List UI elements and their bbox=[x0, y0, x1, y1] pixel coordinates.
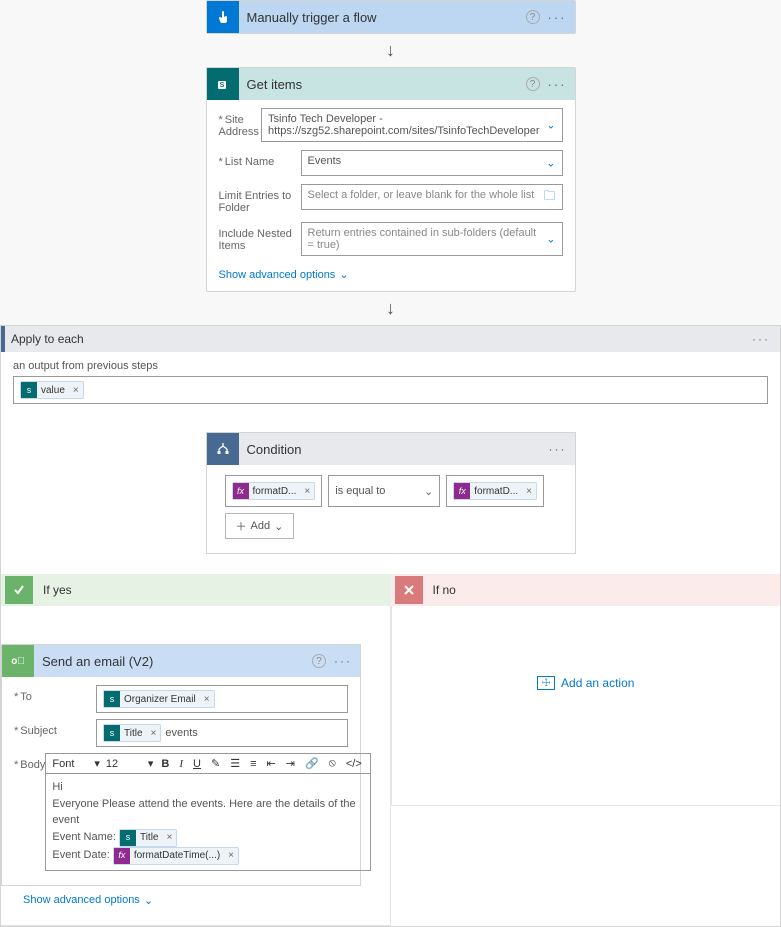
plus-icon: ＋ bbox=[236, 518, 247, 534]
chevron-down-icon[interactable]: ⌄ bbox=[546, 119, 555, 132]
arrow-down-icon: ↓ bbox=[386, 34, 395, 67]
organizer-email-token[interactable]: s Organizer Email × bbox=[103, 690, 215, 708]
arrow-down-icon: ↓ bbox=[386, 292, 395, 325]
fx-icon: fx bbox=[454, 483, 470, 499]
menu-icon[interactable]: ··· bbox=[334, 654, 360, 668]
if-no-branch: If no ☩ Add an action bbox=[391, 574, 781, 926]
condition-icon bbox=[207, 433, 239, 465]
sharepoint-token-icon: s bbox=[104, 725, 120, 741]
site-address-input[interactable]: Tsinfo Tech Developer - https://szg52.sh… bbox=[261, 108, 562, 142]
list-name-input[interactable]: Events ⌄ bbox=[301, 150, 563, 176]
remove-token-icon[interactable]: × bbox=[224, 848, 238, 863]
outdent-button[interactable]: ⇤ bbox=[265, 757, 278, 770]
apply-header[interactable]: Apply to each ··· bbox=[1, 326, 780, 352]
number-list-button[interactable]: ≡ bbox=[248, 758, 258, 770]
remove-token-icon[interactable]: × bbox=[162, 830, 176, 845]
link-button[interactable]: 🔗 bbox=[303, 757, 321, 770]
chevron-down-icon[interactable]: ⌄ bbox=[546, 233, 555, 246]
list-name-label: List Name bbox=[219, 150, 301, 168]
svg-text:S: S bbox=[219, 82, 224, 89]
condition-right-input[interactable]: fx formatD... × bbox=[446, 475, 544, 507]
rte-toolbar: Font ▾ 12 ▾ B I U ✎ ☰ bbox=[45, 753, 370, 773]
check-icon bbox=[5, 576, 33, 604]
to-label: To bbox=[14, 685, 96, 703]
body-label: Body bbox=[14, 753, 45, 771]
fx-token[interactable]: fx formatD... × bbox=[232, 482, 316, 500]
close-icon bbox=[395, 576, 423, 604]
clear-format-button[interactable]: ⦸ bbox=[327, 757, 338, 770]
show-advanced-link[interactable]: Show advanced options⌄ bbox=[11, 886, 165, 915]
sharepoint-token-icon: s bbox=[120, 830, 136, 846]
menu-icon[interactable]: ··· bbox=[548, 10, 567, 25]
title-token[interactable]: s Title × bbox=[103, 724, 161, 742]
bullet-list-button[interactable]: ☰ bbox=[228, 757, 242, 770]
chevron-down-icon[interactable]: ▾ bbox=[148, 757, 154, 770]
help-icon[interactable]: ? bbox=[312, 654, 326, 668]
font-select[interactable]: Font bbox=[52, 758, 92, 770]
show-advanced-link[interactable]: Show advanced options⌄ bbox=[219, 264, 349, 283]
chevron-down-icon: ⌄ bbox=[274, 520, 283, 533]
condition-card: Condition ··· fx formatD... × bbox=[206, 432, 576, 554]
getitems-card: S Get items ? ··· Site Address Tsinfo Te… bbox=[206, 67, 576, 292]
remove-token-icon[interactable]: × bbox=[300, 486, 314, 497]
send-email-card: o⃞ Send an email (V2) ? ··· To s bbox=[1, 644, 361, 886]
subject-input[interactable]: s Title × events bbox=[96, 719, 348, 747]
folder-label: Limit Entries to Folder bbox=[219, 184, 301, 214]
site-address-label: Site Address bbox=[219, 108, 262, 138]
touch-icon bbox=[207, 1, 239, 33]
sharepoint-icon: S bbox=[207, 68, 239, 100]
condition-operator-select[interactable]: is equal to ⌄ bbox=[328, 475, 440, 507]
font-size-select[interactable]: 12 bbox=[106, 758, 146, 770]
highlight-button[interactable]: ✎ bbox=[209, 757, 222, 770]
remove-token-icon[interactable]: × bbox=[69, 385, 83, 396]
trigger-card: Manually trigger a flow ? ··· bbox=[206, 0, 576, 34]
sharepoint-token-icon: s bbox=[21, 382, 37, 398]
menu-icon[interactable]: ··· bbox=[548, 77, 567, 92]
remove-token-icon[interactable]: × bbox=[522, 486, 536, 497]
bold-button[interactable]: B bbox=[159, 758, 171, 770]
add-condition-button[interactable]: ＋ Add ⌄ bbox=[225, 513, 295, 539]
value-token[interactable]: s value × bbox=[20, 381, 84, 399]
folder-picker-icon[interactable]: 🗀 bbox=[543, 187, 555, 208]
nested-input[interactable]: Return entries contained in sub-folders … bbox=[301, 222, 563, 256]
italic-button[interactable]: I bbox=[177, 758, 185, 770]
chevron-down-icon[interactable]: ▾ bbox=[94, 757, 100, 770]
fx-token[interactable]: fx formatD... × bbox=[453, 482, 537, 500]
to-input[interactable]: s Organizer Email × bbox=[96, 685, 348, 713]
menu-icon[interactable]: ··· bbox=[752, 332, 770, 346]
trigger-title: Manually trigger a flow bbox=[247, 10, 526, 25]
sharepoint-token-icon: s bbox=[104, 691, 120, 707]
outlook-icon: o⃞ bbox=[2, 645, 34, 677]
chevron-down-icon: ⌄ bbox=[424, 485, 433, 498]
add-action-icon: ☩ bbox=[537, 676, 555, 690]
add-action-button[interactable]: ☩ Add an action bbox=[402, 616, 771, 690]
fx-icon: fx bbox=[114, 848, 130, 864]
body-editor[interactable]: Hi Everyone Please attend the events. He… bbox=[45, 773, 370, 871]
title-token[interactable]: s Title × bbox=[119, 829, 177, 847]
formatdatetime-token[interactable]: fx formatDateTime(...) × bbox=[113, 847, 239, 865]
chevron-down-icon[interactable]: ⌄ bbox=[546, 157, 555, 170]
apply-output-input[interactable]: s value × bbox=[13, 376, 768, 404]
remove-token-icon[interactable]: × bbox=[200, 694, 214, 705]
folder-input[interactable]: Select a folder, or leave blank for the … bbox=[301, 184, 563, 210]
help-icon[interactable]: ? bbox=[526, 77, 540, 91]
indent-button[interactable]: ⇥ bbox=[284, 757, 297, 770]
chevron-down-icon: ⌄ bbox=[339, 268, 348, 281]
getitems-title: Get items bbox=[247, 77, 526, 92]
if-yes-branch: If yes o⃞ Send an email (V2) ? ··· To bbox=[1, 574, 391, 926]
apply-output-label: an output from previous steps bbox=[13, 360, 768, 372]
chevron-down-icon: ⌄ bbox=[144, 894, 153, 907]
apply-to-each-card: Apply to each ··· an output from previou… bbox=[0, 325, 781, 927]
condition-left-input[interactable]: fx formatD... × bbox=[225, 475, 323, 507]
nested-label: Include Nested Items bbox=[219, 222, 301, 252]
fx-icon: fx bbox=[233, 483, 249, 499]
menu-icon[interactable]: ··· bbox=[549, 442, 575, 456]
code-view-button[interactable]: </> bbox=[344, 758, 364, 770]
help-icon[interactable]: ? bbox=[526, 10, 540, 24]
subject-label: Subject bbox=[14, 719, 96, 737]
underline-button[interactable]: U bbox=[191, 758, 203, 770]
